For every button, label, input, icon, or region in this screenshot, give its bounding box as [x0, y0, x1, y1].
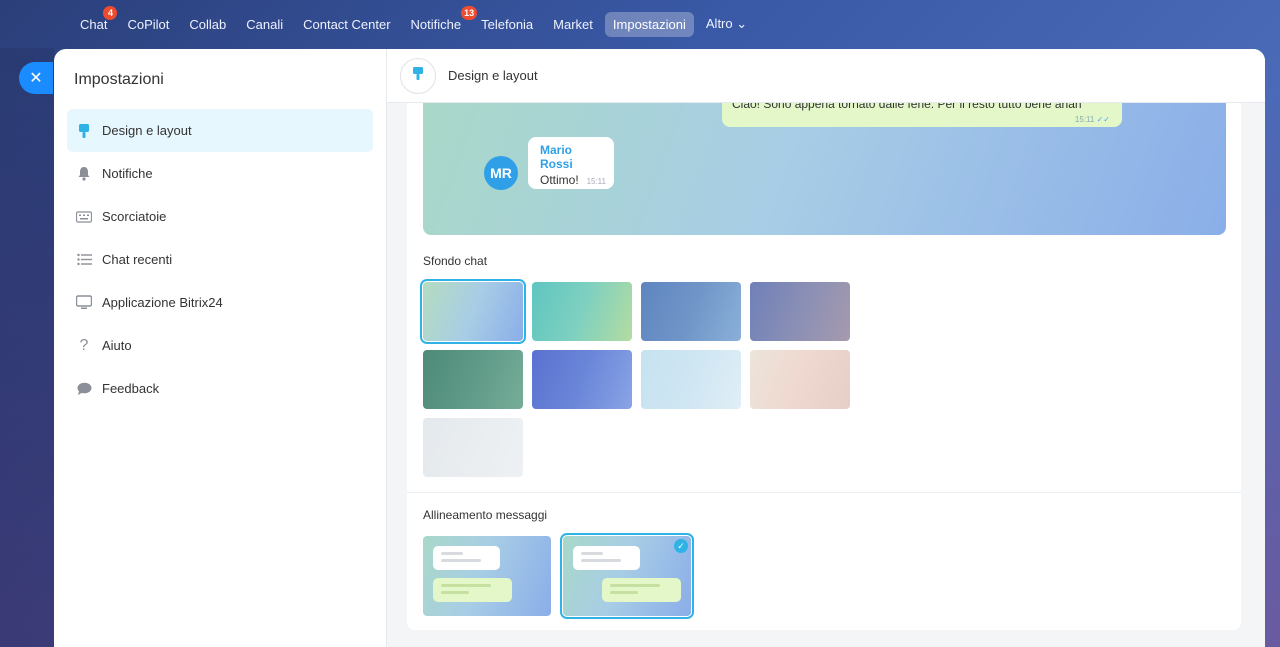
- settings-panel: Impostazioni Design e layout Notifiche S…: [54, 49, 1265, 647]
- sidebar-item-feedback[interactable]: Feedback: [67, 367, 373, 410]
- nav-market[interactable]: Market: [545, 12, 601, 37]
- sidebar-item-label: Notifiche: [102, 166, 153, 181]
- background-sidebar-strip: [0, 48, 54, 647]
- mini-line: [441, 591, 469, 594]
- outgoing-time-text: 15:11: [1074, 115, 1095, 124]
- settings-main: Design e layout Ciao! Sono appena tornat…: [387, 49, 1265, 647]
- sidebar-item-label: Applicazione Bitrix24: [102, 295, 223, 310]
- sidebar-item-label: Scorciatoie: [102, 209, 167, 224]
- sidebar-item-scorciatoie[interactable]: Scorciatoie: [67, 195, 373, 238]
- background-option-8[interactable]: [750, 350, 850, 409]
- background-option-7[interactable]: [641, 350, 741, 409]
- nav-telefonia[interactable]: Telefonia: [473, 12, 541, 37]
- sidebar-item-design[interactable]: Design e layout: [67, 109, 373, 152]
- settings-content: Ciao! Sono appena tornato dalle ferie. P…: [407, 103, 1241, 630]
- brush-icon: [412, 66, 424, 86]
- nav-copilot[interactable]: CoPilot: [119, 12, 177, 37]
- nav-altro[interactable]: Altro ⌄: [698, 11, 755, 37]
- incoming-message: Mario Rossi Ottimo! 15:11: [528, 137, 614, 189]
- background-option-6[interactable]: [532, 350, 632, 409]
- mini-line: [441, 559, 481, 562]
- mini-line: [610, 584, 660, 587]
- outgoing-message: Ciao! Sono appena tornato dalle ferie. P…: [722, 103, 1122, 127]
- mini-line: [581, 552, 603, 555]
- header-icon: [400, 57, 436, 94]
- mini-bubble-incoming: [433, 546, 500, 570]
- check-icon: ✓: [674, 539, 688, 553]
- main-header: Design e layout: [387, 49, 1265, 103]
- section-title-backgrounds: Sfondo chat: [423, 254, 488, 268]
- sidebar-item-label: Design e layout: [102, 123, 192, 138]
- background-option-2[interactable]: [532, 282, 632, 341]
- alignment-option-left[interactable]: [423, 536, 551, 616]
- sidebar-title: Impostazioni: [74, 71, 164, 88]
- nav-impostazioni[interactable]: Impostazioni: [604, 11, 694, 37]
- bell-icon: [76, 166, 92, 182]
- sidebar-item-chat-recenti[interactable]: Chat recenti: [67, 238, 373, 281]
- keyboard-icon: [76, 209, 92, 225]
- top-navigation: Chat 4 CoPilot Collab Canali Contact Cent…: [0, 0, 1280, 48]
- background-option-5[interactable]: [423, 350, 523, 409]
- mini-line: [581, 559, 621, 562]
- mini-line: [441, 552, 463, 555]
- incoming-sender-name: Mario Rossi: [540, 143, 573, 171]
- sidebar-item-notifiche[interactable]: Notifiche: [67, 152, 373, 195]
- nav-collab[interactable]: Collab: [181, 12, 234, 37]
- sidebar-item-label: Chat recenti: [102, 252, 173, 267]
- outgoing-message-text: Ciao! Sono appena tornato dalle ferie. P…: [732, 103, 1082, 111]
- background-option-9[interactable]: [423, 418, 523, 477]
- sidebar-item-label: Feedback: [102, 381, 160, 396]
- avatar: MR: [484, 156, 518, 190]
- close-icon: ✕: [29, 70, 43, 87]
- sidebar-item-label: Aiuto: [102, 338, 132, 353]
- background-option-4[interactable]: [750, 282, 850, 341]
- nav-chat[interactable]: Chat 4: [72, 5, 118, 37]
- chat-preview: Ciao! Sono appena tornato dalle ferie. P…: [423, 103, 1226, 235]
- list-icon: [76, 252, 92, 268]
- settings-sidebar: Impostazioni Design e layout Notifiche S…: [54, 49, 387, 647]
- nav-chat-badge: 4: [103, 5, 118, 20]
- outgoing-message-time: 15:11 ✓✓: [1075, 115, 1110, 124]
- alignment-option-right[interactable]: ✓: [560, 533, 694, 619]
- mini-bubble-outgoing: [602, 578, 681, 602]
- page-title: Design e layout: [448, 68, 538, 83]
- nav-contact-center[interactable]: Contact Center: [295, 12, 398, 37]
- nav-canali[interactable]: Canali: [238, 12, 291, 37]
- mini-bubble-outgoing: [433, 578, 512, 602]
- question-icon: ?: [79, 336, 89, 354]
- section-title-alignment: Allineamento messaggi: [423, 508, 548, 522]
- double-check-icon: ✓✓: [1096, 115, 1110, 124]
- section-divider: [407, 492, 1241, 493]
- background-option-1[interactable]: [420, 279, 526, 344]
- mini-line: [610, 591, 638, 594]
- chat-bubble-icon: [76, 381, 92, 397]
- brush-icon: [76, 123, 92, 139]
- incoming-message-time: 15:11: [586, 177, 606, 186]
- mini-line: [441, 584, 491, 587]
- close-button[interactable]: ✕: [19, 62, 53, 94]
- monitor-icon: [76, 295, 92, 311]
- nav-notifiche[interactable]: Notifiche 13: [403, 5, 478, 37]
- sidebar-item-applicazione[interactable]: Applicazione Bitrix24: [67, 281, 373, 324]
- background-option-3[interactable]: [641, 282, 741, 341]
- nav-chat-label: Chat: [80, 16, 108, 32]
- mini-bubble-incoming: [573, 546, 640, 570]
- sidebar-item-aiuto[interactable]: ? Aiuto: [67, 324, 373, 367]
- nav-notifiche-label: Notifiche: [410, 16, 462, 32]
